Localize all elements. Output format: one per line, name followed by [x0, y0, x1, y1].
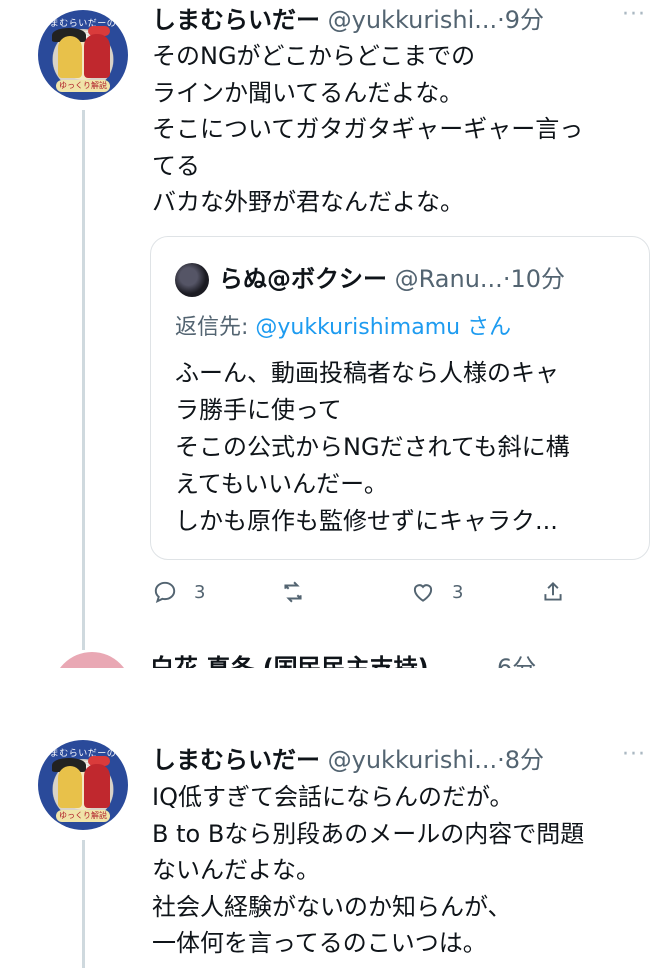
- retweet-icon: [284, 581, 302, 603]
- retweet-button[interactable]: [280, 572, 322, 612]
- reply-icon: [154, 581, 176, 604]
- tweet-panel-2: しまむらいだーのお部屋 ゆっくり解説 しまむらいだー @yukkurishi..…: [0, 735, 672, 968]
- quoted-text-line: ラ勝手に使って: [175, 396, 342, 424]
- tweet-text: そのNGがどこからどこまでの ラインか聞いてるんだよな。 そこについてガタガタギ…: [152, 38, 583, 221]
- tweet-text-line: 一体何を言ってるのこいつは。: [152, 929, 487, 957]
- quoted-display-name[interactable]: らぬ@ボクシー: [219, 265, 387, 293]
- next-timestamp[interactable]: 6分: [497, 654, 536, 668]
- avatar[interactable]: しまむらいだーのお部屋 ゆっくり解説: [38, 10, 128, 100]
- share-icon: [544, 581, 562, 601]
- display-name[interactable]: しまむらいだー: [152, 6, 320, 34]
- like-button[interactable]: 3: [410, 572, 463, 612]
- reply-suffix: さん: [460, 315, 512, 340]
- tweet-text-line: ないんだよな。: [152, 856, 320, 884]
- quoted-header: らぬ@ボクシー @Ranu...·10分: [219, 259, 565, 299]
- reply-button[interactable]: 3: [152, 572, 205, 612]
- tweet-text-line: てる: [152, 151, 200, 180]
- avatar-figure-right: [84, 764, 110, 808]
- thread-line: [82, 110, 85, 650]
- quoted-avatar[interactable]: [175, 263, 209, 297]
- heart-icon: [413, 584, 433, 602]
- tweet-text-line: そこについてガタガタギャーギャー言っ: [152, 115, 584, 143]
- next-tweet-avatar[interactable]: [52, 652, 132, 668]
- next-tweet-header: 白花 真冬 (国民民主支持) 6分: [150, 648, 536, 668]
- avatar-figure-left: [58, 36, 82, 78]
- quoted-tweet[interactable]: らぬ@ボクシー @Ranu...·10分 返信先: @yukkurishimam…: [150, 236, 650, 560]
- display-name[interactable]: しまむらいだー: [152, 746, 320, 774]
- avatar[interactable]: しまむらいだーのお部屋 ゆっくり解説: [38, 740, 128, 830]
- quoted-text: ふーん、動画投稿者なら人様のキャ ラ勝手に使って そこの公式からNGだされても斜…: [175, 355, 570, 540]
- screenshot-gap: [0, 668, 672, 735]
- avatar-banner-text: ゆっくり解説: [56, 810, 110, 822]
- tweet-text-line: そのNGがどこからどこまでの: [152, 42, 476, 70]
- tweet-text: IQ低すぎて会話にならんのだが。 B to Bなら別段あのメールの内容で問題 な…: [152, 779, 584, 962]
- quoted-text-line: そこの公式からNGだされても斜に構: [175, 433, 570, 461]
- thread-line: [82, 840, 85, 968]
- reply-context: 返信先: @yukkurishimamu さん: [175, 311, 511, 345]
- quoted-timestamp[interactable]: 10分: [510, 265, 565, 293]
- timestamp[interactable]: 9分: [505, 6, 544, 34]
- quoted-text-line: ふーん、動画投稿者なら人様のキャ: [175, 359, 559, 387]
- reply-count: 3: [194, 581, 206, 603]
- user-handle[interactable]: @yukkurishi...: [328, 6, 498, 34]
- quoted-handle[interactable]: @Ranu...: [395, 265, 503, 293]
- like-count: 3: [452, 581, 464, 603]
- more-options-icon[interactable]: ···: [622, 2, 646, 27]
- quoted-text-line: しかも原作も監修せずにキャラク...: [175, 507, 558, 535]
- quoted-text-line: えてもいいんだー。: [175, 470, 388, 498]
- timestamp[interactable]: 8分: [505, 746, 544, 774]
- tweet-panel-1: しまむらいだーのお部屋 ゆっくり解説 しまむらいだー @yukkurishi..…: [0, 0, 672, 668]
- separator-dot: ·: [497, 6, 505, 34]
- tweet-header: しまむらいだー @yukkurishi...·9分: [152, 0, 544, 40]
- tweet-header: しまむらいだー @yukkurishi...·8分: [152, 740, 544, 780]
- tweet-text-line: ラインか聞いてるんだよな。: [152, 78, 464, 107]
- avatar-figure-right: [84, 34, 110, 78]
- share-button[interactable]: [540, 572, 566, 612]
- tweet-text-line: IQ低すぎて会話にならんのだが。: [152, 783, 514, 811]
- tweet-text-line: バカな外野が君なんだよな。: [152, 188, 464, 216]
- avatar-banner-text: ゆっくり解説: [56, 80, 110, 92]
- separator-dot: ·: [497, 746, 505, 774]
- reply-mention-link[interactable]: @yukkurishimamu: [255, 315, 460, 340]
- user-handle[interactable]: @yukkurishi...: [328, 746, 498, 774]
- more-options-icon[interactable]: ···: [622, 742, 646, 767]
- avatar-figure-left: [58, 766, 82, 808]
- tweet-text-line: 社会人経験がないのか知らんが、: [152, 892, 512, 921]
- action-bar: 3 3: [152, 572, 592, 612]
- next-display-name[interactable]: 白花 真冬 (国民民主支持): [150, 654, 429, 668]
- tweet-text-line: B to Bなら別段あのメールの内容で問題: [152, 819, 585, 848]
- reply-prefix: 返信先:: [175, 315, 256, 340]
